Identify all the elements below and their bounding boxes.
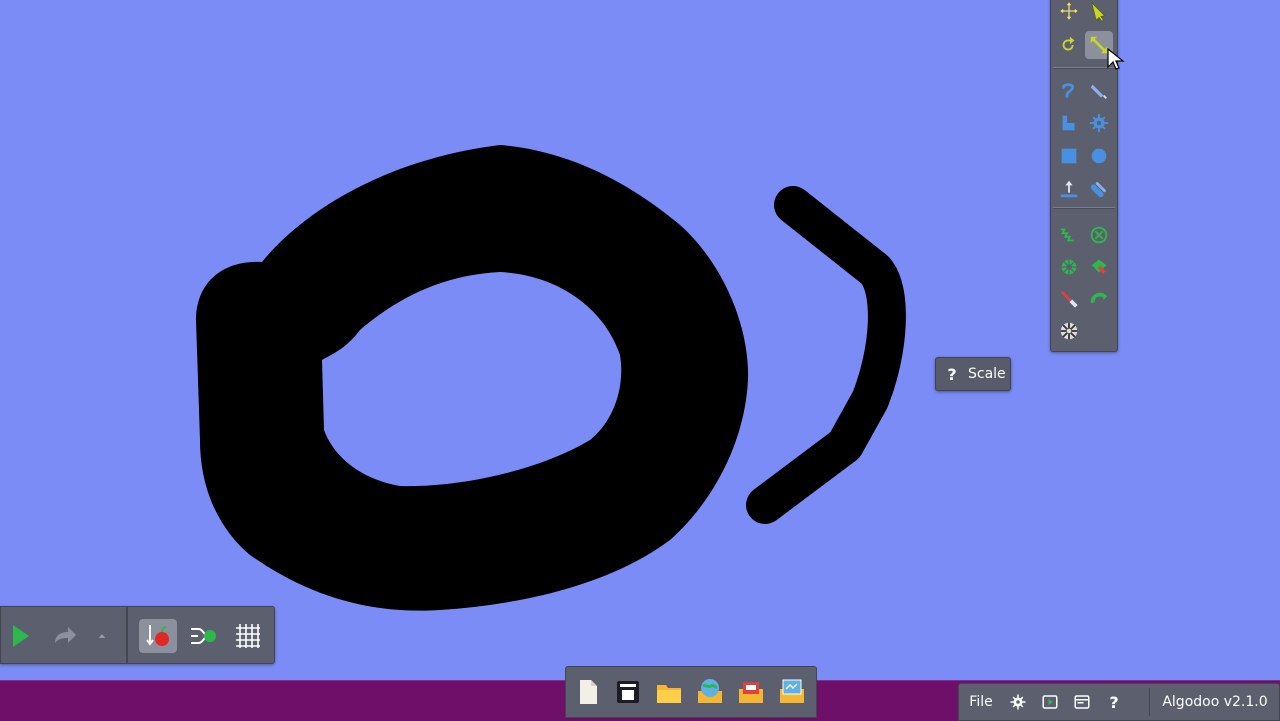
save-scene-button[interactable] <box>776 676 808 708</box>
play-icon <box>13 625 29 647</box>
rotate-icon <box>1062 36 1075 51</box>
spring-icon <box>1060 228 1074 242</box>
rotate-tool[interactable] <box>1055 31 1083 59</box>
sketch-icon <box>1062 83 1075 98</box>
new-file-icon <box>580 680 597 704</box>
box-tool[interactable] <box>1055 142 1083 170</box>
grid-icon <box>236 624 260 648</box>
arc-stroke[interactable] <box>746 186 906 524</box>
window-icon <box>1074 695 1090 709</box>
play-window-icon <box>1042 695 1058 709</box>
plane-tool[interactable] <box>1055 175 1083 203</box>
question-icon: ? <box>1109 692 1119 712</box>
knife-icon <box>1090 84 1107 99</box>
brush-tool[interactable] <box>1055 109 1083 137</box>
help-button[interactable]: ? <box>1101 684 1127 720</box>
question-icon: ? <box>947 364 957 384</box>
scale-tooltip: ? Scale <box>935 357 1011 391</box>
box-icon <box>1061 148 1077 164</box>
sketch-tool[interactable] <box>1055 77 1083 105</box>
texture-tool[interactable] <box>1055 317 1083 345</box>
save-folder-icon <box>780 679 804 703</box>
simulation-panel <box>0 606 275 664</box>
texture-icon <box>1060 322 1078 340</box>
gear-tool[interactable] <box>1085 109 1113 137</box>
chain-icon <box>1090 182 1106 198</box>
open-scene-button[interactable] <box>653 676 685 708</box>
thruster-tool[interactable] <box>1085 253 1113 281</box>
play-button[interactable] <box>3 619 37 653</box>
settings-button[interactable] <box>1005 684 1031 720</box>
fixate-tool[interactable] <box>1085 221 1113 249</box>
gravity-apple-icon <box>146 625 169 646</box>
gear-icon <box>1089 113 1109 133</box>
tooltip-text: Scale <box>968 366 1006 382</box>
clear-scene-button[interactable] <box>612 676 644 708</box>
circle-icon <box>1091 148 1107 164</box>
move-icon <box>1059 1 1079 21</box>
air-friction-toggle[interactable] <box>187 619 221 653</box>
fixate-icon <box>1090 226 1108 244</box>
thruster-icon <box>1091 259 1107 274</box>
file-menu[interactable]: File <box>961 684 1001 720</box>
tracer-icon <box>1090 292 1108 303</box>
file-panel <box>565 666 817 718</box>
drag-tool[interactable] <box>1085 0 1113 25</box>
plane-icon <box>1060 180 1078 198</box>
axle-icon <box>1061 259 1077 275</box>
axle-tool[interactable] <box>1055 253 1083 281</box>
lessons-button[interactable] <box>1037 684 1063 720</box>
globe-icon <box>698 679 722 703</box>
laser-icon <box>1060 290 1078 308</box>
air-friction-icon <box>191 628 216 644</box>
menu-panel: File ? Algodoo v2.1.0 <box>958 683 1280 721</box>
folder-icon <box>657 685 681 703</box>
brush-icon <box>1062 115 1075 131</box>
redo-icon <box>55 627 76 643</box>
move-tool[interactable] <box>1055 0 1083 25</box>
algobox-button[interactable] <box>694 676 726 708</box>
new-scene-button[interactable] <box>572 676 604 708</box>
spring-tool[interactable] <box>1055 221 1083 249</box>
laser-tool[interactable] <box>1055 285 1083 313</box>
cut-tool[interactable] <box>1085 77 1113 105</box>
undo-menu-button[interactable] <box>89 619 115 653</box>
mouse-cursor-icon <box>1107 48 1125 70</box>
scene-folder-icon <box>739 682 763 703</box>
drag-icon <box>1090 1 1106 22</box>
arrow-up-icon <box>98 634 106 638</box>
window-button[interactable] <box>1069 684 1095 720</box>
scenes-folder-button[interactable] <box>735 676 767 708</box>
grid-toggle[interactable] <box>231 619 265 653</box>
gear-icon <box>1010 694 1026 710</box>
circle-tool[interactable] <box>1085 142 1113 170</box>
redo-button[interactable] <box>47 619 81 653</box>
scene-icon <box>617 681 639 703</box>
ring-shape[interactable] <box>196 145 749 611</box>
tracer-tool[interactable] <box>1085 285 1113 313</box>
chain-tool[interactable] <box>1085 175 1113 203</box>
gravity-toggle[interactable] <box>139 619 177 653</box>
version-label: Algodoo v2.1.0 <box>1162 694 1268 710</box>
